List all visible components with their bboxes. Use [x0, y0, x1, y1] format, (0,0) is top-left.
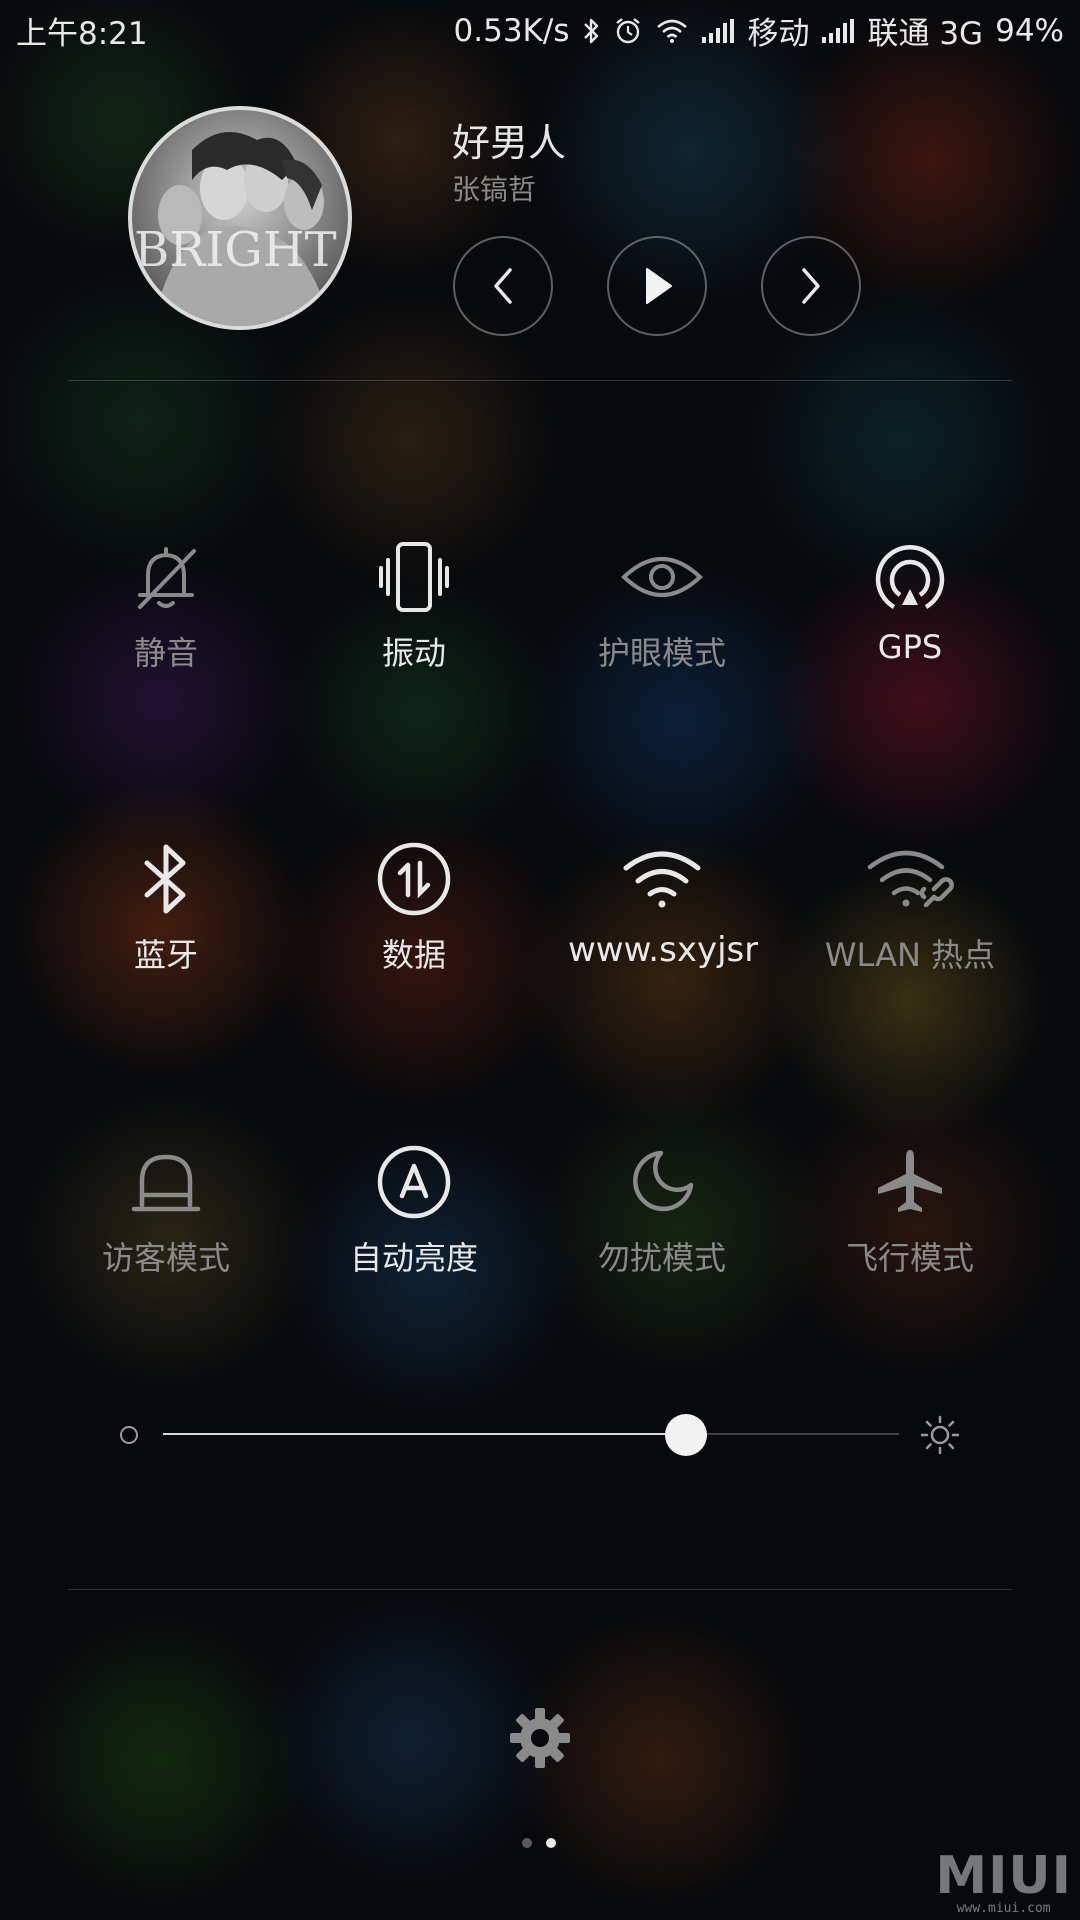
battery-level: 94%: [995, 12, 1064, 49]
toggle-label: 护眼模式: [597, 634, 726, 672]
album-art-text: BRIGHT: [134, 222, 337, 278]
wifi-icon: [623, 851, 701, 908]
vibrate-icon: [379, 542, 449, 612]
guest-icon: [131, 1154, 201, 1212]
toggle-label: 静音: [133, 634, 198, 672]
chevron-left-icon: [494, 268, 512, 304]
brightness-fill: [163, 1433, 686, 1435]
album-art[interactable]: BRIGHT: [128, 106, 352, 330]
toggle-label: 飞行模式: [845, 1239, 974, 1277]
settings-button[interactable]: [508, 1706, 572, 1774]
bluetooth-icon: [581, 16, 601, 46]
brightness-low-icon: [120, 1426, 138, 1444]
status-icons: 0.53K/s 移动 联通 3G 94%: [454, 8, 1064, 53]
toggle-auto-brightness[interactable]: 自动亮度: [290, 1137, 538, 1307]
wifi-icon: [655, 18, 689, 44]
gps-icon: [875, 545, 945, 609]
divider: [68, 380, 1012, 381]
carrier-1: 移动: [747, 16, 810, 52]
toggle-vibrate[interactable]: 振动: [290, 532, 538, 702]
toggle-label: 振动: [381, 634, 446, 672]
previous-track-button[interactable]: [453, 236, 553, 336]
toggle-airplane-mode[interactable]: 飞行模式: [786, 1137, 1034, 1307]
next-track-button[interactable]: [761, 236, 861, 336]
sun-icon: [920, 1415, 960, 1459]
data-icon: [377, 842, 451, 916]
toggle-guest-mode[interactable]: 访客模式: [42, 1137, 290, 1307]
toggle-wifi[interactable]: www.sxyjsr: [538, 834, 786, 1004]
toggle-mobile-data[interactable]: 数据: [290, 834, 538, 1004]
toggle-bluetooth[interactable]: 蓝牙: [42, 834, 290, 1004]
toggle-label: 数据: [381, 936, 446, 974]
status-time: 上午8:21: [16, 16, 148, 52]
signal-icon: [701, 18, 735, 44]
toggle-label: www.sxyjsr: [568, 930, 758, 970]
play-icon: [646, 268, 672, 304]
hotspot-icon: [867, 850, 954, 908]
miui-watermark: MIUI www.miui.com: [935, 1850, 1072, 1916]
gear-icon: [510, 1708, 570, 1768]
toggle-label: 访客模式: [101, 1239, 230, 1277]
network-speed: 0.53K/s: [453, 12, 570, 49]
toggle-do-not-disturb[interactable]: 勿扰模式: [538, 1137, 786, 1307]
airplane-icon: [878, 1150, 942, 1212]
toggle-silent[interactable]: 静音: [42, 532, 290, 702]
eye-icon: [621, 557, 703, 597]
divider: [68, 1589, 1012, 1590]
play-button[interactable]: [607, 236, 707, 336]
signal-icon: [821, 18, 855, 44]
status-bar: 上午8:21 0.53K/s 移动 联通 3G 94%: [0, 0, 1080, 56]
watermark-logo: MIUI: [935, 1846, 1072, 1906]
carrier-2: 联通 3G: [867, 16, 984, 52]
notification-shade: 上午8:21 0.53K/s 移动 联通 3G 94% BRIGHT 好男人 张…: [0, 0, 1080, 1920]
auto-brightness-icon: [377, 1145, 451, 1219]
brightness-slider[interactable]: [163, 1433, 899, 1435]
toggle-label: GPS: [877, 628, 943, 666]
toggle-wlan-hotspot[interactable]: WLAN 热点: [786, 834, 1034, 1004]
song-title: 好男人: [452, 121, 567, 165]
toggle-eye-care[interactable]: 护眼模式: [538, 532, 786, 702]
page-indicator-dot-active: [546, 1838, 556, 1848]
toggle-label: 自动亮度: [349, 1239, 478, 1277]
toggle-label: WLAN 热点: [824, 936, 996, 974]
toggle-label: 蓝牙: [133, 936, 198, 974]
bluetooth-icon: [144, 844, 186, 914]
brightness-slider-thumb[interactable]: [664, 1414, 707, 1456]
song-artist: 张镐哲: [452, 173, 537, 206]
chevron-right-icon: [802, 268, 820, 304]
alarm-icon: [613, 16, 643, 46]
toggle-gps[interactable]: GPS: [786, 532, 1034, 702]
page-indicator-dot: [522, 1838, 532, 1848]
toggle-label: 勿扰模式: [597, 1239, 726, 1277]
bell-off-icon: [138, 547, 196, 609]
moon-icon: [633, 1150, 694, 1212]
